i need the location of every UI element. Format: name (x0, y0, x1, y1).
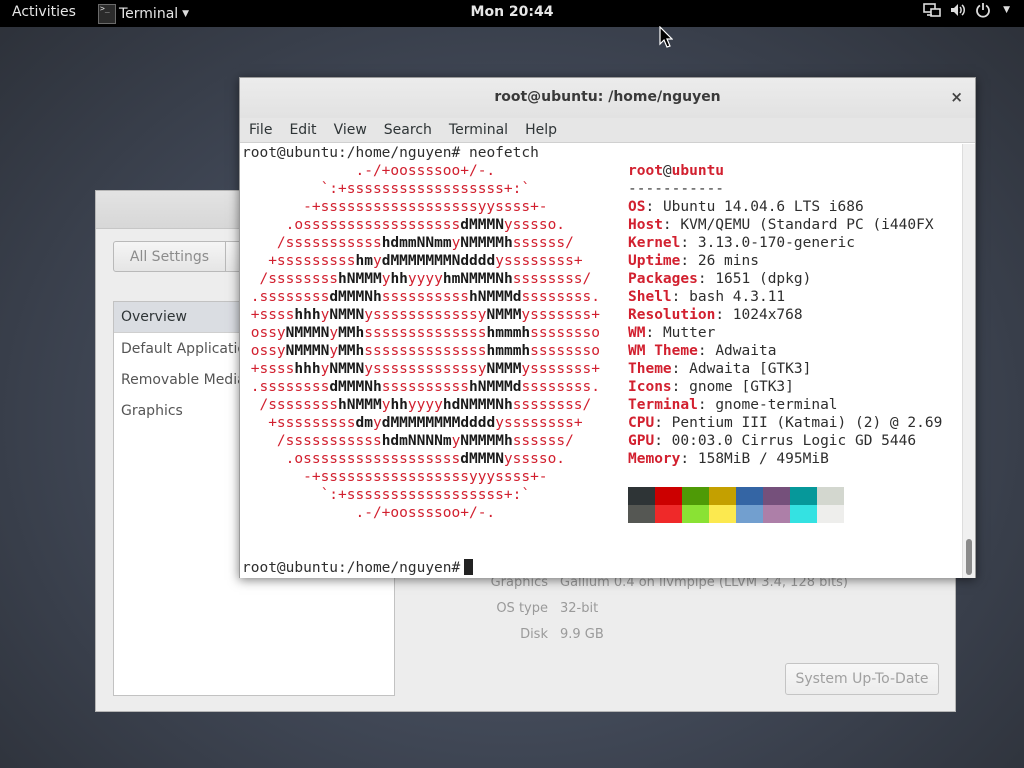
volume-icon[interactable] (949, 2, 967, 18)
text-cursor (464, 559, 474, 575)
info-gpu: GPU: 00:03.0 Cirrus Logic GD 5446 (628, 433, 917, 449)
palette-swatch (736, 505, 763, 523)
ascii-line: .-/+oossssoo+/-. (242, 505, 496, 521)
info-wm: WM: Mutter (628, 325, 716, 341)
user-host: root@ubuntu (628, 163, 725, 179)
palette-swatch (628, 487, 655, 505)
ascii-line: `:+ssssssssssssssssss+:` (242, 181, 531, 197)
info-uptime: Uptime: 26 mins (628, 253, 759, 269)
all-settings-button[interactable]: All Settings (113, 241, 226, 272)
window-title: root@ubuntu: /home/nguyen (494, 89, 721, 105)
color-palette (628, 487, 844, 523)
mouse-pointer-icon (659, 25, 674, 52)
app-menu[interactable]: Terminal ▼ (98, 0, 189, 27)
info-resolution: Resolution: 1024x768 (628, 307, 803, 323)
ascii-line: /sssssssshNMMMyhhyyyyhmNMMMNhssssssss/ (242, 271, 592, 287)
ascii-line: +sssshhhyNMMNyssssssssssssyNMMMysssssss+ (242, 307, 600, 323)
info-value: 32-bit (560, 601, 599, 616)
ascii-line: `:+ssssssssssssssssss+:` (242, 487, 531, 503)
menu-edit[interactable]: Edit (289, 122, 316, 138)
info-kernel: Kernel: 3.13.0-170-generic (628, 235, 855, 251)
shell-prompt: root@ubuntu:/home/nguyen# (242, 560, 461, 576)
ascii-line: /ssssssssssshdmmNNmmyNMMMMhssssss/ (242, 235, 574, 251)
terminal-menubar: File Edit View Search Terminal Help (240, 118, 975, 143)
palette-swatch (655, 487, 682, 505)
scrollbar-thumb[interactable] (966, 539, 972, 575)
info-icons: Icons: gnome [GTK3] (628, 379, 794, 395)
command-line: root@ubuntu:/home/nguyen# (242, 559, 474, 577)
top-bar: Activities Terminal ▼ Mon 20:44 ▼ (0, 0, 1024, 27)
ascii-line: .-/+oossssoo+/-. (242, 163, 496, 179)
palette-swatch (763, 505, 790, 523)
app-menu-label: Terminal (119, 5, 179, 22)
power-icon[interactable] (975, 2, 991, 18)
palette-swatch (763, 487, 790, 505)
palette-swatch (682, 487, 709, 505)
system-tray[interactable]: ▼ (923, 2, 1010, 18)
info-terminal: Terminal: gnome-terminal (628, 397, 838, 413)
palette-swatch (817, 487, 844, 505)
info-theme: Theme: Adwaita [GTK3] (628, 361, 812, 377)
menu-terminal[interactable]: Terminal (449, 122, 508, 138)
info-cpu: CPU: Pentium III (Katmai) (2) @ 2.69 (628, 415, 943, 431)
ascii-line: /sssssssshNMMMyhhyyyyhdNMMMNhssssssss/ (242, 397, 592, 413)
palette-swatch (709, 505, 736, 523)
ascii-line: ossyNMMMNyMMhsssssssssssssshmmmhssssssso (242, 343, 600, 359)
palette-swatch (655, 505, 682, 523)
chevron-down-icon: ▼ (182, 8, 190, 19)
info-shell: Shell: bash 4.3.11 (628, 289, 786, 305)
command-line: root@ubuntu:/home/nguyen# neofetch (242, 144, 539, 162)
palette-swatch (628, 505, 655, 523)
info-packages: Packages: 1651 (dpkg) (628, 271, 812, 287)
info-memory: Memory: 158MiB / 495MiB (628, 451, 829, 467)
palette-swatch (736, 487, 763, 505)
ascii-line: .ssssssssdMMMNhsssssssssshNMMMdssssssss. (242, 289, 601, 305)
ascii-line: +sssshhhyNMMNyssssssssssssyNMMMysssssss+ (242, 361, 600, 377)
menu-view[interactable]: View (334, 122, 367, 138)
ascii-line: ossyNMMMNyMMhsssssssssssssshmmmhssssssso (242, 325, 600, 341)
terminal-app-icon (98, 3, 116, 24)
menu-help[interactable]: Help (525, 122, 557, 138)
system-info: root@ubuntu ----------- OS: Ubuntu 14.04… (628, 162, 942, 468)
chevron-down-icon[interactable]: ▼ (1003, 5, 1010, 15)
ascii-line: +sssssssssdmydMMMMMMMMddddyssssssss+ (242, 415, 583, 431)
ascii-line: -+ssssssssssssssssssyyssss+- (242, 199, 548, 215)
network-icon[interactable] (923, 2, 941, 18)
ascii-line: /ssssssssssshdmNNNNmyNMMMMhssssss/ (242, 433, 574, 449)
separator: ----------- (628, 181, 725, 197)
terminal-output[interactable]: root@ubuntu:/home/nguyen# neofetch .-/+o… (240, 144, 963, 578)
ascii-line: .ossssssssssssssssssdMMMNysssso. (242, 451, 566, 467)
palette-swatch (790, 487, 817, 505)
palette-swatch (817, 505, 844, 523)
terminal-titlebar[interactable]: root@ubuntu: /home/nguyen × (240, 78, 975, 118)
ubuntu-ascii-logo: .-/+oossssoo+/-. `:+ssssssssssssssssss+:… (242, 162, 600, 522)
terminal-window[interactable]: root@ubuntu: /home/nguyen × File Edit Vi… (239, 77, 976, 578)
scrollbar[interactable] (962, 144, 975, 578)
menu-file[interactable]: File (249, 122, 272, 138)
info-label: Disk (520, 627, 548, 642)
menu-search[interactable]: Search (384, 122, 432, 138)
close-icon[interactable]: × (950, 88, 963, 106)
ascii-line: .ssssssssdMMMNhsssssssssshNMMMdssssssss. (242, 379, 601, 395)
ascii-line: .ossssssssssssssssssdMMMNysssso. (242, 217, 566, 233)
palette-swatch (682, 505, 709, 523)
info-os: OS: Ubuntu 14.04.6 LTS i686 (628, 199, 864, 215)
info-host: Host: KVM/QEMU (Standard PC (i440FX (628, 217, 934, 233)
info-value: 9.9 GB (560, 627, 604, 642)
command-text: neofetch (468, 145, 539, 161)
palette-swatch (790, 505, 817, 523)
info-label: OS type (496, 601, 548, 616)
shell-prompt: root@ubuntu:/home/nguyen# (242, 145, 461, 161)
system-up-to-date-button[interactable]: System Up-To-Date (785, 663, 939, 695)
ascii-line: -+sssssssssssssssssyyyssss+- (242, 469, 548, 485)
palette-swatch (709, 487, 736, 505)
activities-button[interactable]: Activities (12, 4, 76, 20)
info-wm-theme: WM Theme: Adwaita (628, 343, 777, 359)
ascii-line: +ssssssssshmydMMMMMMMNddddyssssssss+ (242, 253, 583, 269)
